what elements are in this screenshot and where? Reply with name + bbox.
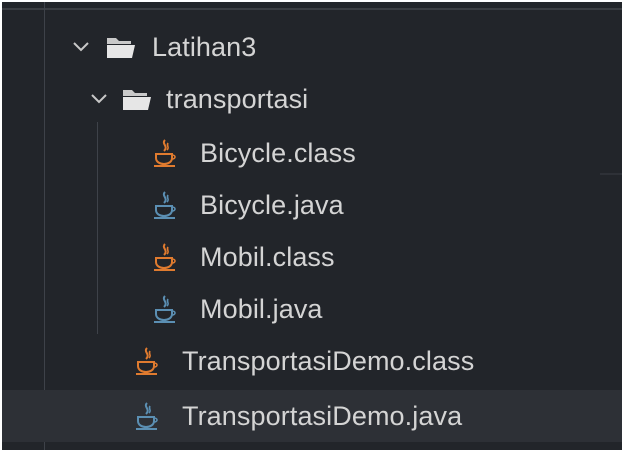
tree-item-mobil-class[interactable]: Mobil.class xyxy=(2,232,622,282)
java-file-icon xyxy=(152,190,178,220)
file-label: TransportasiDemo.java xyxy=(182,400,463,431)
file-label: TransportasiDemo.class xyxy=(182,345,475,376)
folder-open-icon xyxy=(106,34,136,60)
java-class-icon xyxy=(152,138,178,168)
folder-label: Latihan3 xyxy=(152,31,257,62)
tree-item-transportasidemo-class[interactable]: TransportasiDemo.class xyxy=(2,336,622,386)
top-divider xyxy=(2,8,622,10)
java-class-icon xyxy=(152,242,178,272)
chevron-down-icon[interactable] xyxy=(88,88,110,110)
tree-item-bicycle-class[interactable]: Bicycle.class xyxy=(2,128,622,178)
java-file-icon xyxy=(134,401,160,431)
chevron-down-icon[interactable] xyxy=(70,36,92,58)
tree-item-transportasidemo-java[interactable]: TransportasiDemo.java xyxy=(2,390,622,442)
folder-open-icon xyxy=(122,86,152,112)
tree-item-mobil-java[interactable]: Mobil.java xyxy=(2,284,622,334)
file-tree: Latihan3 transportasi Bicycle.class Bicy… xyxy=(2,2,622,450)
tree-item-latihan3[interactable]: Latihan3 xyxy=(2,22,622,72)
explorer-panel: Latihan3 transportasi Bicycle.class Bicy… xyxy=(2,2,622,450)
tree-item-transportasi[interactable]: transportasi xyxy=(2,74,622,124)
file-label: Bicycle.class xyxy=(200,137,356,168)
tree-item-bicycle-java[interactable]: Bicycle.java xyxy=(2,180,622,230)
folder-label: transportasi xyxy=(166,83,309,114)
file-label: Bicycle.java xyxy=(200,189,344,220)
file-label: Mobil.java xyxy=(200,293,323,324)
java-file-icon xyxy=(152,294,178,324)
java-class-icon xyxy=(134,346,160,376)
file-label: Mobil.class xyxy=(200,241,335,272)
